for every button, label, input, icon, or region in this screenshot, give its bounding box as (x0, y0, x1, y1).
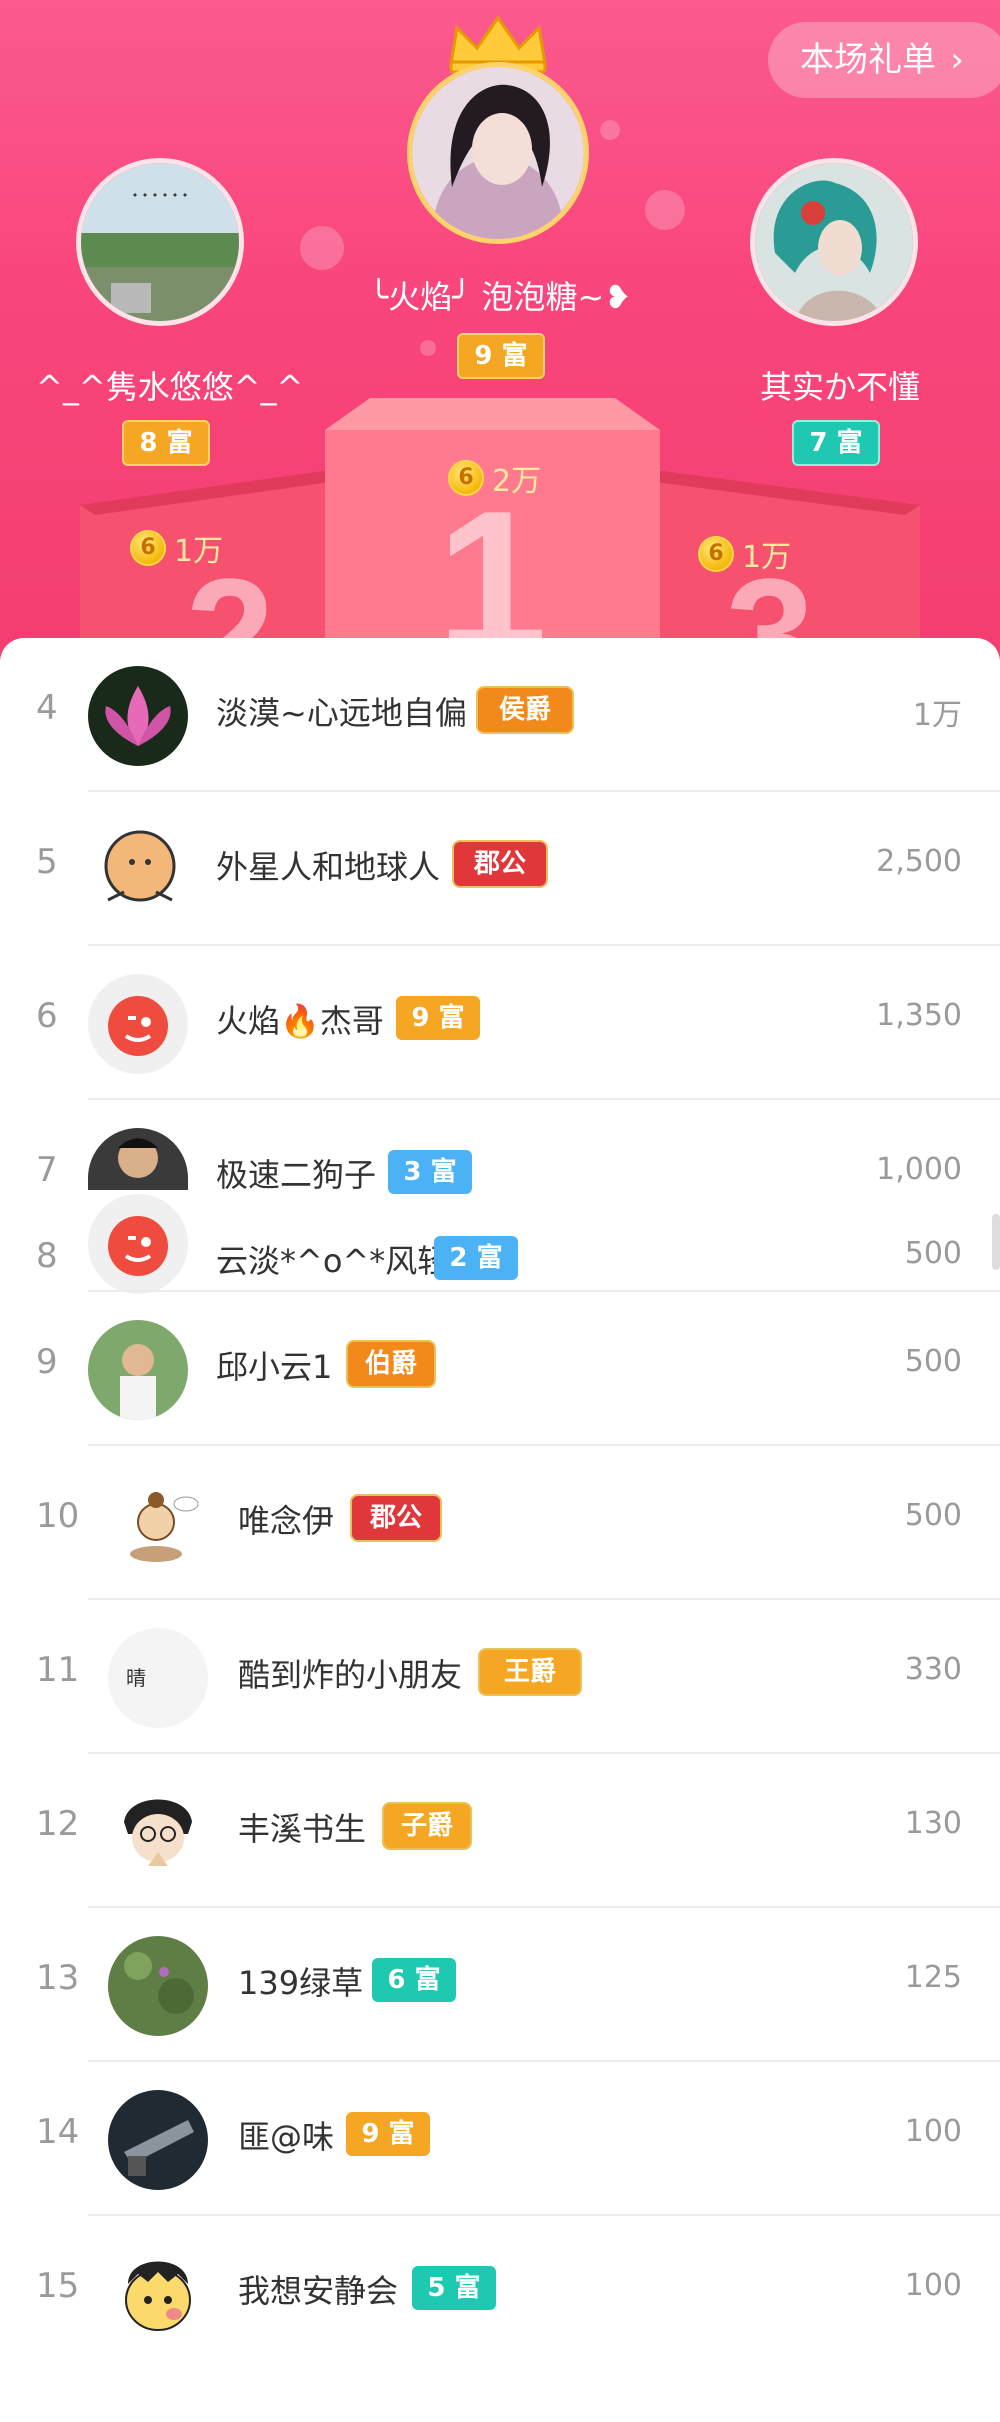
noble-badge: 侯爵 (476, 686, 574, 734)
noble-badge: 伯爵 (346, 1340, 436, 1388)
svg-text:• • • • • •: • • • • • • (132, 189, 188, 202)
rank-number: 7 (36, 1150, 58, 1190)
podium-header: 本场礼单 › 1 2 3 6 2万 6 1万 6 1万 • • • • • • … (0, 0, 1000, 660)
coin-icon: 6 (130, 530, 166, 566)
scrollbar[interactable] (992, 1214, 1000, 1270)
avatar[interactable] (88, 1194, 188, 1294)
username: 139绿草 (238, 1964, 364, 2002)
avatar[interactable] (88, 820, 188, 920)
avatar[interactable] (108, 1936, 208, 2036)
rich-level-badge: 9 富 (396, 996, 480, 1040)
list-item[interactable]: 5 外星人和地球人 郡公 2,500 (0, 792, 1000, 946)
second-place-level-badge: 8 富 (122, 420, 210, 466)
coin-icon: 6 (698, 536, 734, 572)
rank-number: 12 (36, 1804, 80, 1844)
rich-level-badge: 6 富 (372, 1958, 456, 2002)
third-place-name: 其实か不懂 (759, 368, 920, 406)
username: 极速二狗子 (216, 1156, 377, 1194)
noble-badge: 郡公 (452, 840, 548, 888)
score: 2,500 (876, 844, 962, 879)
first-coin-value: 2万 (492, 464, 542, 499)
third-place-avatar[interactable] (750, 158, 918, 326)
score: 1,350 (876, 998, 962, 1033)
username: 酷到炸的小朋友 (238, 1656, 463, 1694)
avatar[interactable] (88, 1320, 188, 1420)
score: 130 (904, 1806, 962, 1841)
ranking-list: 4 淡漠~心远地自偏 侯爵 1万 5 外星人和地球人 郡公 2,500 6 火焰… (0, 638, 1000, 2422)
avatar[interactable] (108, 1474, 208, 1574)
avatar[interactable] (108, 1782, 208, 1882)
score: 500 (904, 1498, 962, 1533)
rich-level-badge: 2 富 (434, 1236, 518, 1280)
score: 1,000 (876, 1152, 962, 1187)
rank-number: 10 (36, 1496, 80, 1536)
rank-number: 15 (36, 2266, 80, 2306)
list-item[interactable]: 10 唯念伊 郡公 500 (0, 1446, 1000, 1600)
username: 我想安静会 (238, 2272, 399, 2310)
list-item[interactable]: 14 匪@味 9 富 100 (0, 2062, 1000, 2216)
list-item[interactable]: 7 极速二狗子 3 富 1,000 (0, 1100, 1000, 1194)
second-place-name: ^_^隽水悠悠^_^ (36, 368, 304, 406)
noble-badge: 子爵 (382, 1802, 472, 1850)
list-item[interactable]: 13 139绿草 6 富 125 (0, 1908, 1000, 2062)
rank-number: 13 (36, 1958, 80, 1998)
noble-badge: 王爵 (478, 1648, 582, 1696)
avatar[interactable] (88, 1128, 188, 1190)
first-place-name: ╰火焰╯ 泡泡糖~❥ (368, 278, 632, 316)
rank-number: 11 (36, 1650, 80, 1690)
list-item[interactable]: 11 晴 酷到炸的小朋友 王爵 330 (0, 1600, 1000, 1754)
rank-number: 4 (36, 688, 58, 728)
username: 云淡*^o^*风轻 (216, 1242, 450, 1280)
second-place-avatar[interactable]: • • • • • • (76, 158, 244, 326)
third-coins: 6 1万 (698, 532, 791, 576)
rich-level-badge: 9 富 (346, 2112, 430, 2156)
avatar[interactable] (88, 974, 188, 1074)
avatar-text: 晴 (126, 1666, 146, 1690)
rank-number: 9 (36, 1342, 58, 1382)
first-place-level-badge: 9 富 (457, 333, 545, 379)
score: 500 (904, 1344, 962, 1379)
username: 唯念伊 (238, 1502, 335, 1540)
avatar[interactable] (88, 666, 188, 766)
noble-badge: 郡公 (350, 1494, 442, 1542)
username: 外星人和地球人 (216, 848, 441, 886)
second-coins: 6 1万 (130, 526, 223, 570)
list-item[interactable]: 6 火焰🔥杰哥 9 富 1,350 (0, 946, 1000, 1100)
first-place-avatar[interactable] (407, 62, 589, 244)
score: 100 (904, 2268, 962, 2303)
rank-number: 5 (36, 842, 58, 882)
username: 丰溪书生 (238, 1810, 367, 1848)
username: 邱小云1 (216, 1348, 333, 1386)
username: 火焰🔥杰哥 (216, 1002, 384, 1040)
avatar[interactable] (108, 2090, 208, 2190)
third-coin-value: 1万 (742, 540, 792, 575)
avatar[interactable]: 晴 (108, 1628, 208, 1728)
score: 100 (904, 2114, 962, 2149)
rich-level-badge: 5 富 (412, 2266, 496, 2310)
second-coin-value: 1万 (174, 534, 224, 569)
list-item[interactable]: 4 淡漠~心远地自偏 侯爵 1万 (0, 638, 1000, 792)
rank-number: 14 (36, 2112, 80, 2152)
avatar[interactable] (108, 2244, 208, 2344)
coin-icon: 6 (448, 460, 484, 496)
list-item[interactable]: 15 我想安静会 5 富 100 (0, 2216, 1000, 2370)
first-coins: 6 2万 (448, 456, 541, 500)
score: 1万 (912, 698, 962, 733)
rank-number: 8 (36, 1236, 58, 1276)
third-place-level-badge: 7 富 (792, 420, 880, 466)
list-item[interactable]: 9 邱小云1 伯爵 500 (0, 1292, 1000, 1446)
username: 匪@味 (238, 2118, 335, 2156)
score: 330 (904, 1652, 962, 1687)
rank-number: 6 (36, 996, 58, 1036)
score: 125 (904, 1960, 962, 1995)
username: 淡漠~心远地自偏 (216, 694, 467, 732)
list-item[interactable]: 12 丰溪书生 子爵 130 (0, 1754, 1000, 1908)
rich-level-badge: 3 富 (388, 1150, 472, 1194)
score: 500 (904, 1236, 962, 1271)
